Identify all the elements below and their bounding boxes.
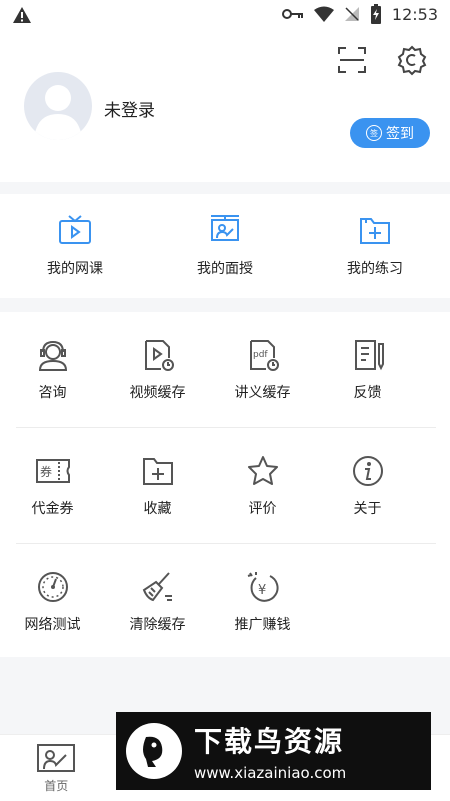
bird-logo-icon — [134, 731, 174, 771]
video-cache-icon — [141, 338, 175, 372]
info-icon — [351, 454, 385, 488]
tools-row-2: 券 代金券 收藏 评价 关于 — [0, 428, 450, 543]
coupon-label: 代金券 — [32, 498, 74, 518]
video-cache-label: 视频缓存 — [130, 382, 186, 402]
coupon-icon-text: 券 — [40, 464, 52, 479]
handout-cache-item[interactable]: pdf 讲义缓存 — [210, 312, 315, 427]
tab-home-label: 首页 — [44, 777, 68, 794]
my-practice[interactable]: 我的练习 — [300, 194, 450, 298]
warning-icon — [12, 6, 32, 24]
my-learning-section: 我的网课 我的面授 我的练习 — [0, 194, 450, 298]
network-test-label: 网络测试 — [25, 614, 81, 634]
my-in-person-classes[interactable]: 我的面授 — [150, 194, 300, 298]
home-board-icon — [36, 743, 76, 773]
about-label: 关于 — [354, 498, 382, 518]
tools-section: 咨询 视频缓存 pd — [0, 312, 450, 657]
watermark-logo — [126, 723, 182, 779]
teacher-board-icon — [208, 214, 242, 246]
tools-row-1: 咨询 视频缓存 pd — [0, 312, 450, 427]
profile-header: 未登录 签 签到 — [0, 32, 450, 182]
feedback-label: 反馈 — [354, 382, 382, 402]
consult-item[interactable]: 咨询 — [0, 312, 105, 427]
key-icon — [282, 8, 304, 20]
about-item[interactable]: 关于 — [315, 428, 420, 543]
yuan-sparkle-icon: ¥ — [246, 570, 280, 604]
my-practice-label: 我的练习 — [347, 258, 403, 278]
login-status[interactable]: 未登录 — [104, 96, 155, 121]
consult-label: 咨询 — [39, 382, 67, 402]
wifi-icon — [314, 6, 334, 22]
yuan-icon-text: ¥ — [258, 583, 266, 598]
tab-home[interactable]: 首页 — [0, 735, 113, 801]
headset-icon — [36, 338, 70, 372]
clear-cache-item[interactable]: 清除缓存 — [105, 544, 210, 659]
star-icon — [246, 454, 280, 488]
favorites-label: 收藏 — [144, 498, 172, 518]
favorite-folder-icon — [141, 454, 175, 488]
pdf-cache-icon: pdf — [246, 338, 280, 372]
my-online-courses[interactable]: 我的网课 — [0, 194, 150, 298]
feedback-icon — [351, 338, 385, 372]
feedback-item[interactable]: 反馈 — [315, 312, 420, 427]
avatar[interactable] — [24, 72, 92, 140]
watermark-title: 下载鸟资源 — [194, 720, 346, 760]
signin-label: 签到 — [386, 123, 414, 143]
status-bar: 12:53 — [0, 0, 450, 32]
coupon-icon: 券 — [35, 454, 71, 488]
network-test-item[interactable]: 网络测试 — [0, 544, 105, 659]
user-placeholder-icon — [24, 72, 92, 140]
coupon-item[interactable]: 券 代金券 — [0, 428, 105, 543]
scan-icon[interactable] — [336, 44, 368, 76]
watermark-banner: 下载鸟资源 www.xiazainiao.com — [116, 712, 431, 790]
my-online-courses-label: 我的网课 — [47, 258, 103, 278]
my-in-person-label: 我的面授 — [197, 258, 253, 278]
tools-row-3: 网络测试 清除缓存 ¥ 推广赚钱 — [0, 544, 450, 659]
promote-earn-item[interactable]: ¥ 推广赚钱 — [210, 544, 315, 659]
speedometer-icon — [36, 570, 70, 604]
tv-icon — [58, 214, 92, 246]
signin-button[interactable]: 签 签到 — [350, 118, 430, 148]
signin-icon: 签 — [366, 125, 382, 141]
rating-label: 评价 — [249, 498, 277, 518]
watermark-text: 下载鸟资源 www.xiazainiao.com — [194, 720, 346, 782]
promote-earn-label: 推广赚钱 — [235, 614, 291, 634]
broom-icon — [141, 570, 175, 604]
favorites-item[interactable]: 收藏 — [105, 428, 210, 543]
clear-cache-label: 清除缓存 — [130, 614, 186, 634]
rating-item[interactable]: 评价 — [210, 428, 315, 543]
no-signal-icon — [344, 6, 360, 22]
watermark-url: www.xiazainiao.com — [194, 764, 346, 782]
folder-plus-icon — [358, 214, 392, 246]
gear-icon[interactable] — [396, 44, 428, 76]
pdf-icon-text: pdf — [253, 350, 268, 360]
handout-cache-label: 讲义缓存 — [235, 382, 291, 402]
video-cache-item[interactable]: 视频缓存 — [105, 312, 210, 427]
status-time: 12:53 — [392, 5, 438, 24]
battery-icon — [370, 4, 382, 24]
